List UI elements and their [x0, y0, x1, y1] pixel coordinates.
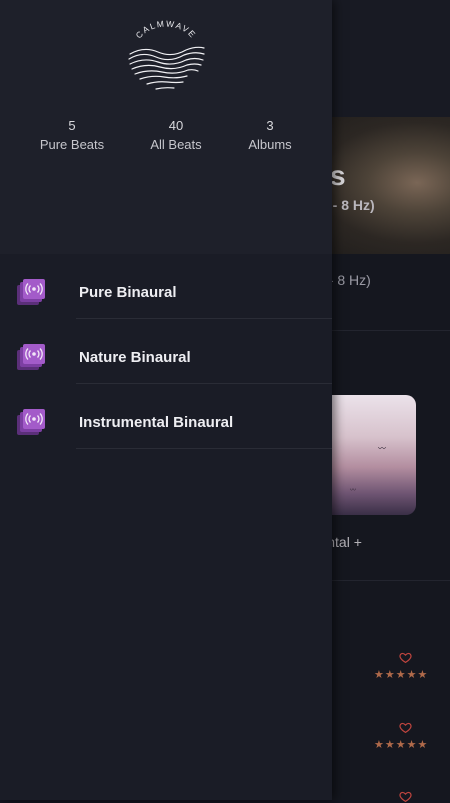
- stat-label: Pure Beats: [39, 137, 105, 152]
- stat-value: 5: [68, 118, 76, 133]
- rating-stars: ★★★★★: [374, 739, 429, 751]
- svg-text:CALMWAVE: CALMWAVE: [134, 18, 199, 40]
- heart-icon[interactable]: [399, 790, 412, 803]
- rating-stars: ★★★★★: [374, 669, 429, 681]
- binaural-album-icon: [17, 279, 45, 305]
- menu-item-nature-binaural[interactable]: Nature Binaural: [0, 319, 332, 384]
- bird-icon: 〰: [378, 444, 386, 453]
- menu-item-label: Nature Binaural: [79, 349, 191, 366]
- logo-text: CALMWAVE: [134, 18, 197, 40]
- divider: [330, 330, 450, 331]
- heart-icon[interactable]: [399, 721, 412, 734]
- heart-icon[interactable]: [399, 651, 412, 664]
- stat-value: 3: [266, 118, 274, 133]
- menu-item-instrumental-binaural[interactable]: Instrumental Binaural: [0, 384, 332, 449]
- stat-label: Albums: [248, 137, 292, 152]
- menu-item-pure-binaural[interactable]: Pure Binaural: [0, 254, 332, 319]
- navigation-drawer[interactable]: CALMWAVE 5 Pure Beats 40 All Beats 3 Alb: [0, 0, 332, 800]
- bird-icon: 〰: [350, 488, 357, 494]
- drawer-menu: Pure Binaural Nature Binaural Instrument…: [0, 254, 332, 449]
- menu-item-label: Pure Binaural: [79, 284, 177, 301]
- stat-pure-beats: 5 Pure Beats: [17, 118, 127, 156]
- stat-albums: 3 Albums: [215, 118, 325, 156]
- divider: [330, 580, 450, 581]
- menu-divider: [76, 448, 332, 449]
- binaural-album-icon: [17, 344, 45, 370]
- drawer-header: CALMWAVE 5 Pure Beats 40 All Beats 3 Alb: [0, 0, 332, 254]
- calmwave-logo: CALMWAVE: [128, 18, 205, 90]
- binaural-album-icon: [17, 409, 45, 435]
- menu-item-label: Instrumental Binaural: [79, 414, 234, 431]
